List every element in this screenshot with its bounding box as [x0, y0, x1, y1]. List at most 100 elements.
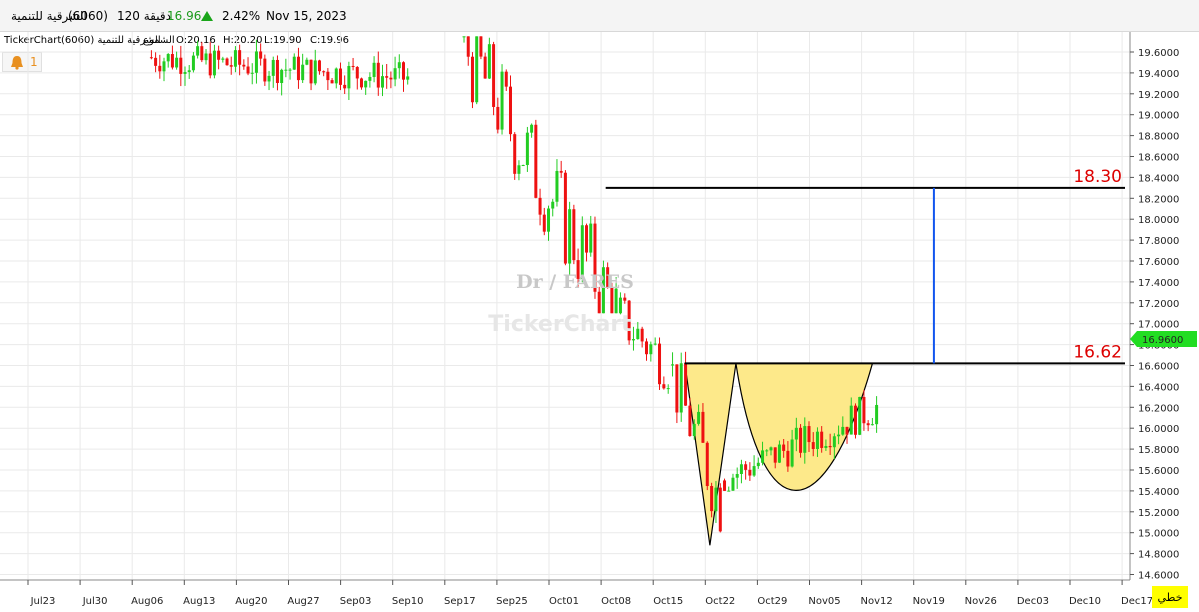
candle-body — [162, 61, 166, 72]
candle-body — [790, 439, 794, 467]
candle — [521, 164, 525, 167]
candle — [559, 160, 563, 178]
candle-body — [765, 450, 769, 452]
candle-body — [786, 450, 790, 467]
y-tick-label: 18.8000 — [1138, 132, 1179, 143]
candle-body — [618, 297, 622, 314]
candle — [727, 486, 731, 492]
candle-body — [208, 53, 212, 76]
candle-body — [179, 57, 183, 74]
candle — [259, 43, 263, 66]
candle — [162, 57, 166, 82]
candle-body — [280, 69, 284, 84]
x-tick-label: Aug27 — [287, 596, 319, 607]
candle — [555, 159, 559, 207]
candle — [705, 441, 709, 491]
x-tick-label: Sep25 — [496, 596, 528, 607]
candle — [175, 51, 179, 70]
candle-body — [326, 71, 330, 81]
y-tick-label: 15.0000 — [1138, 529, 1179, 540]
candle — [238, 44, 242, 76]
candle — [355, 66, 359, 90]
candle-body — [684, 363, 688, 406]
candle-body — [466, 36, 470, 57]
candle-body — [483, 56, 487, 79]
candle-body — [718, 487, 722, 532]
candle-body — [217, 50, 221, 60]
y-tick-label: 15.2000 — [1138, 508, 1179, 519]
candle-body — [794, 427, 798, 440]
candle — [364, 80, 368, 95]
candle-body — [589, 223, 593, 253]
candle — [334, 67, 338, 89]
candle — [208, 41, 212, 79]
candle-body — [623, 297, 627, 301]
timeframe-label: 120 دقيقة — [117, 9, 171, 23]
x-tick-label: Nov12 — [860, 596, 892, 607]
x-tick-label: Jul23 — [30, 596, 56, 607]
candle — [389, 71, 393, 89]
y-tick-label: 17.4000 — [1138, 278, 1179, 289]
candle — [739, 459, 743, 484]
candle-body — [653, 343, 657, 345]
candle-body — [334, 68, 338, 84]
x-tick-label: Aug20 — [235, 596, 267, 607]
candle-body — [322, 71, 326, 73]
candle-body — [636, 328, 640, 340]
candle — [466, 36, 470, 66]
candle — [675, 364, 679, 424]
candle — [479, 36, 483, 60]
candlestick-chart[interactable]: 18.30 16.62 Dr / FARES TickerChart 14.600… — [0, 32, 1199, 612]
candle-body — [697, 411, 701, 424]
candle-body — [187, 70, 191, 73]
candle — [351, 57, 355, 71]
candle-body — [397, 62, 401, 69]
candle — [875, 396, 879, 433]
candle-body — [500, 71, 504, 130]
candle-body — [849, 405, 853, 435]
line-style-button[interactable]: خطي — [1152, 586, 1188, 608]
candle-body — [393, 68, 397, 80]
candle-body — [761, 450, 765, 463]
candle-body — [200, 46, 204, 61]
candle-body — [364, 80, 368, 88]
candle — [217, 45, 221, 70]
x-tick-label: Oct29 — [757, 596, 787, 607]
candle-body — [221, 58, 225, 60]
candle-body — [559, 170, 563, 173]
candle — [212, 44, 216, 79]
x-tick-label: Sep03 — [340, 596, 372, 607]
quote-date: Nov 15, 2023 — [266, 9, 347, 23]
candle-body — [166, 54, 170, 62]
candle — [288, 68, 292, 80]
author-watermark: Dr / FARES — [516, 271, 634, 293]
candle — [475, 36, 479, 105]
candle-body — [803, 426, 807, 453]
candle — [292, 53, 296, 70]
candle-body — [368, 76, 372, 81]
candle — [406, 68, 410, 85]
candle — [263, 54, 267, 86]
y-tick-label: 15.6000 — [1138, 466, 1179, 477]
candle — [547, 205, 551, 241]
candle-body — [658, 343, 662, 385]
candle-body — [475, 36, 479, 103]
candle-body — [525, 132, 529, 166]
candle-body — [870, 424, 874, 426]
candle — [866, 420, 870, 432]
candle-body — [351, 65, 355, 67]
candle-body — [666, 388, 670, 390]
candle — [662, 376, 666, 390]
candle-body — [782, 444, 786, 451]
candle-body — [191, 55, 195, 71]
candle-body — [275, 59, 279, 84]
candle-body — [832, 436, 836, 448]
y-tick-label: 14.8000 — [1138, 550, 1179, 561]
candle — [500, 64, 504, 135]
candle-body — [238, 50, 242, 65]
y-tick-label: 19.6000 — [1138, 48, 1179, 59]
candle — [623, 293, 627, 304]
candle-body — [313, 60, 317, 84]
x-tick-label: Oct22 — [705, 596, 735, 607]
candle-body — [688, 405, 692, 437]
